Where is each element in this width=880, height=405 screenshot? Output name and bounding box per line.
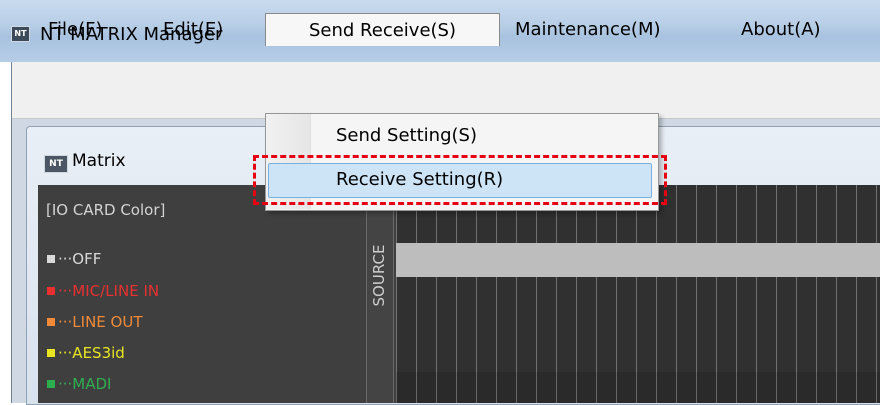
io-card-color-legend-title: [IO CARD Color]	[46, 201, 166, 219]
color-swatch-icon	[47, 287, 55, 295]
menu-bar	[12, 62, 880, 119]
color-swatch-icon	[47, 380, 55, 388]
matrix-grid-row-off[interactable]	[396, 243, 880, 277]
legend-item-off: ···OFF	[47, 248, 101, 270]
app-icon: NT	[11, 26, 30, 42]
matrix-window-title: Matrix	[72, 151, 126, 171]
callout-box	[253, 155, 667, 205]
menu-file[interactable]: File(F)	[48, 16, 103, 44]
color-swatch-icon	[47, 318, 55, 326]
color-swatch-icon	[47, 255, 55, 263]
menu-about[interactable]: About(A)	[741, 16, 821, 44]
menu-send-receive[interactable]: Send Receive(S)	[265, 13, 500, 46]
legend-label: ···OFF	[58, 250, 102, 268]
matrix-grid[interactable]	[396, 185, 880, 403]
matrix-window-icon: NT	[44, 155, 68, 173]
legend-label: ···MADI	[58, 375, 112, 393]
color-swatch-icon	[47, 349, 55, 357]
source-label: SOURCE	[370, 244, 388, 307]
legend-item-mic-line-in: ···MIC/LINE IN	[47, 280, 159, 302]
legend-label: ···MIC/LINE IN	[58, 282, 160, 300]
legend-label: ···LINE OUT	[58, 313, 143, 331]
legend-label: ···AES3id	[58, 344, 125, 362]
menu-item-send-setting[interactable]: Send Setting(S)	[336, 125, 477, 146]
menu-maintenance[interactable]: Maintenance(M)	[515, 16, 661, 44]
matrix-grid-row-dark[interactable]	[396, 372, 880, 403]
legend-item-madi: ···MADI	[47, 373, 111, 395]
legend-item-aes3id: ···AES3id	[47, 342, 125, 364]
menu-edit[interactable]: Edit(E)	[163, 16, 223, 44]
legend-item-line-out: ···LINE OUT	[47, 311, 143, 333]
